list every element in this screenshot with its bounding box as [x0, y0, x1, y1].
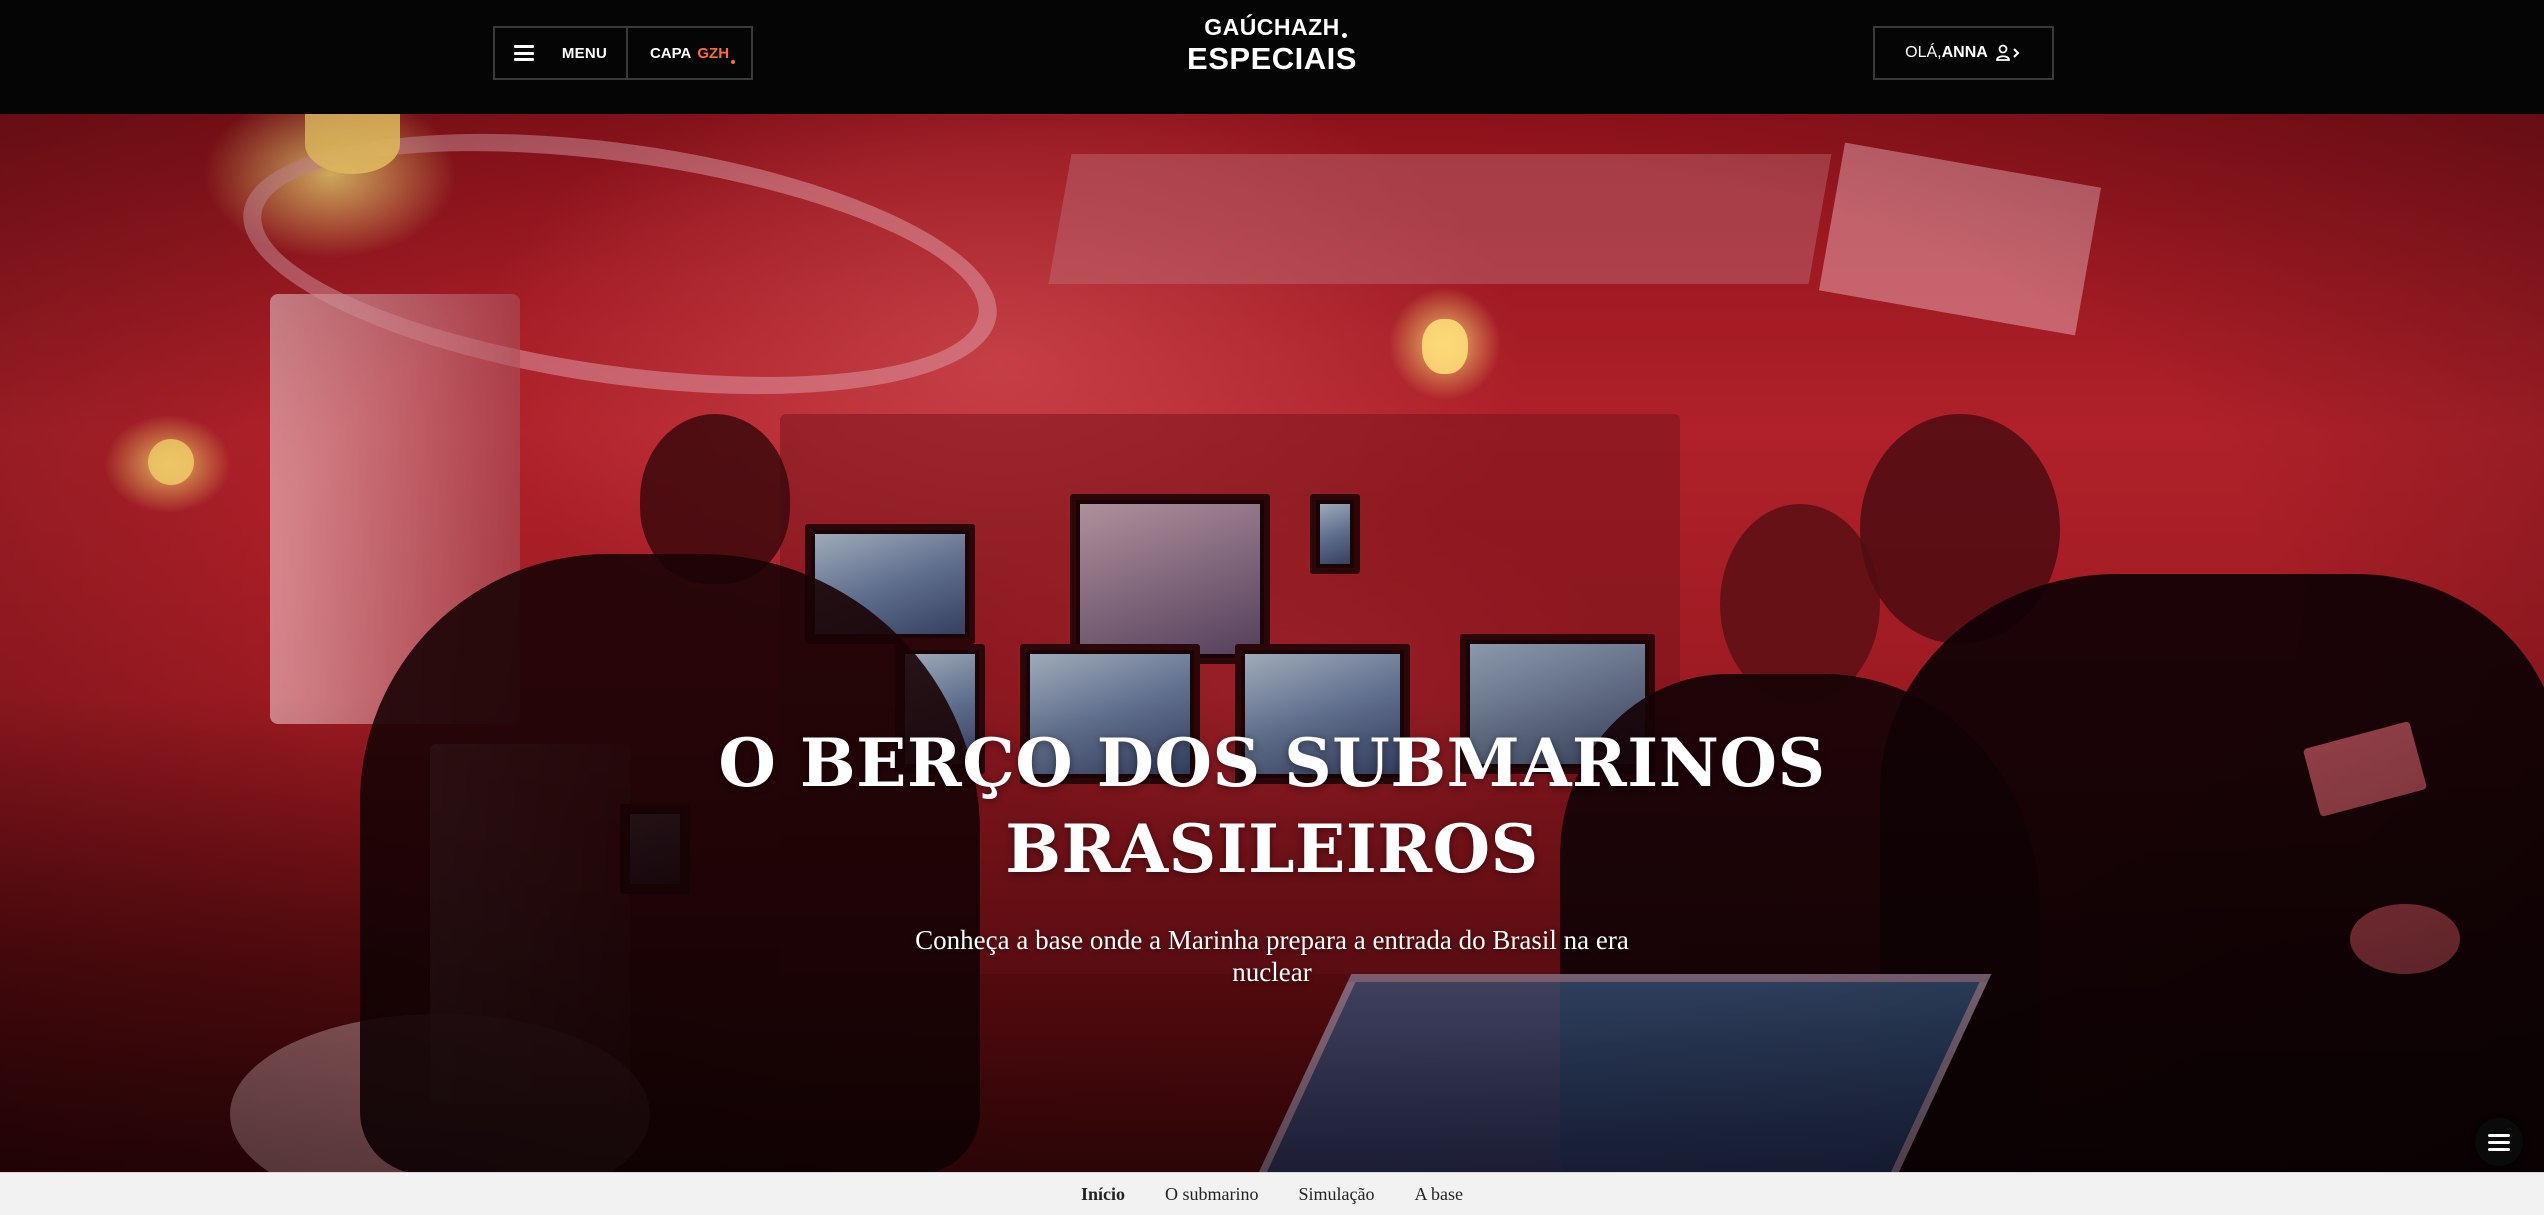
hero-section: O BERÇO DOS SUBMARINOS BRASILEIROS Conhe… — [0, 114, 2544, 1172]
hero-title: O BERÇO DOS SUBMARINOS BRASILEIROS — [718, 724, 1826, 888]
chevron-right-icon — [2013, 48, 2020, 58]
gzh-brand-label: GZH — [697, 44, 735, 64]
nav-item-simulacao[interactable]: Simulação — [1299, 1184, 1375, 1205]
section-nav: Início O submarino Simulação A base — [0, 1172, 2544, 1215]
hero-subtitle: Conheça a base onde a Marinha prepara a … — [915, 925, 1629, 987]
hero-overlay — [0, 114, 2544, 1172]
logo-section: ESPECIAIS — [1187, 41, 1357, 76]
site-logo[interactable]: GAÚCHAZH ESPECIAIS — [1172, 14, 1372, 77]
user-name: ANNA — [1941, 44, 1988, 61]
floating-menu-button[interactable] — [2475, 1118, 2523, 1166]
capa-gzh-link[interactable]: CAPA GZH — [628, 28, 751, 78]
nav-item-inicio[interactable]: Início — [1081, 1184, 1125, 1205]
user-icon — [1995, 44, 2020, 61]
capa-label: CAPA — [649, 44, 692, 62]
hamburger-icon — [2488, 1133, 2510, 1137]
user-account-button[interactable]: OLÁ,ANNA — [1873, 26, 2054, 80]
menu-button[interactable]: MENU — [495, 28, 628, 78]
header-nav-group: MENU CAPA GZH — [493, 26, 753, 80]
nav-item-o-submarino[interactable]: O submarino — [1165, 1184, 1259, 1205]
user-greeting: OLÁ,ANNA — [1905, 44, 1988, 61]
hamburger-icon — [513, 45, 534, 61]
menu-label: MENU — [561, 44, 608, 62]
nav-item-a-base[interactable]: A base — [1415, 1184, 1464, 1205]
logo-brand: GAÚCHAZH — [1204, 14, 1347, 40]
site-header: MENU CAPA GZH GAÚCHAZH ESPECIAIS OLÁ,ANN… — [0, 0, 2544, 114]
